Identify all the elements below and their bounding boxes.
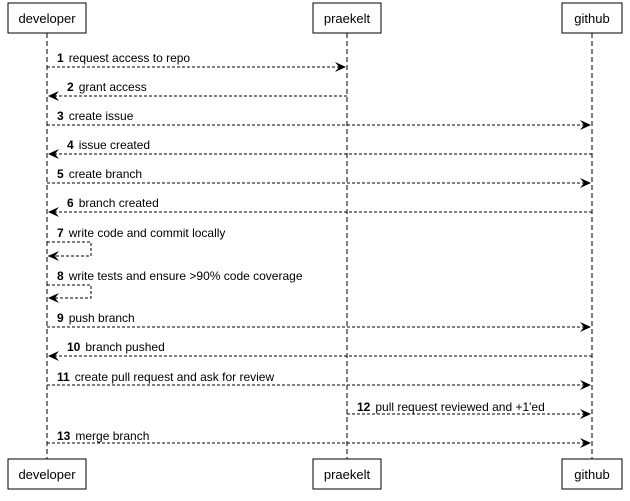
message-text-13: merge branch [75,429,149,443]
message-number-11: 11 [57,370,70,384]
message-number-10: 10 [67,340,81,354]
message-number-4: 4 [67,138,74,152]
message-label-13: 13 merge branch [57,429,149,443]
message-number-7: 7 [57,226,64,240]
message-label-5: 5 create branch [57,167,142,181]
message-number-1: 1 [57,51,64,65]
message-arrowhead-3 [580,120,591,130]
message-label-9: 9 push branch [57,311,135,325]
message-arrowhead-13 [580,438,591,448]
message-text-11: create pull request and ask for review [75,370,275,384]
message-arrowhead-1 [335,62,346,72]
message-arrowhead-9 [580,322,591,332]
message-number-6: 6 [67,196,74,210]
message-arrowhead-12 [580,409,591,419]
message-number-9: 9 [57,311,64,325]
message-label-10: 10 branch pushed [67,340,165,354]
message-label-6: 6 branch created [67,196,159,210]
message-text-10: branch pushed [85,340,164,354]
message-arrowhead-4 [48,149,59,159]
message-label-8: 8 write tests and ensure >90% code covera… [57,269,303,283]
message-text-3: create issue [69,109,134,123]
actor-label-github-bottom: github [574,467,609,482]
message-number-5: 5 [57,167,64,181]
message-label-11: 11 create pull request and ask for review [57,370,274,384]
message-text-9: push branch [69,311,135,325]
message-number-13: 13 [57,429,71,443]
message-text-6: branch created [79,196,159,210]
sequence-diagram: developer developer praekelt praekelt github… [7,2,623,490]
message-arrowhead-5 [580,178,591,188]
message-text-1: request access to repo [69,51,191,65]
message-text-12: pull request reviewed and +1'ed [375,400,544,414]
message-text-5: create branch [69,167,142,181]
message-label-7: 7 write code and commit locally [57,226,225,240]
message-label-3: 3 create issue [57,109,134,123]
message-label-2: 2 grant access [67,80,147,94]
message-arrowhead-11 [580,380,591,390]
actor-label-developer-bottom: developer [18,467,76,482]
actor-label-github-top: github [574,11,609,26]
message-number-3: 3 [57,109,64,123]
message-arrowhead-10 [48,351,59,361]
message-number-8: 8 [57,269,64,283]
message-number-2: 2 [67,80,74,94]
message-arrowhead-6 [48,207,59,217]
message-label-4: 4 issue created [67,138,150,152]
actor-label-praekelt-bottom: praekelt [324,467,371,482]
message-number-12: 12 [357,400,371,414]
message-text-2: grant access [79,80,147,94]
actor-label-developer-top: developer [18,11,76,26]
message-label-1: 1 request access to repo [57,51,190,65]
message-text-8: write tests and ensure >90% code coverag… [68,269,303,283]
message-label-12: 12 pull request reviewed and +1'ed [357,400,545,414]
message-arrowhead-2 [48,91,59,101]
message-text-4: issue created [79,138,150,152]
message-text-7: write code and commit locally [68,226,226,240]
actor-label-praekelt-top: praekelt [324,11,371,26]
